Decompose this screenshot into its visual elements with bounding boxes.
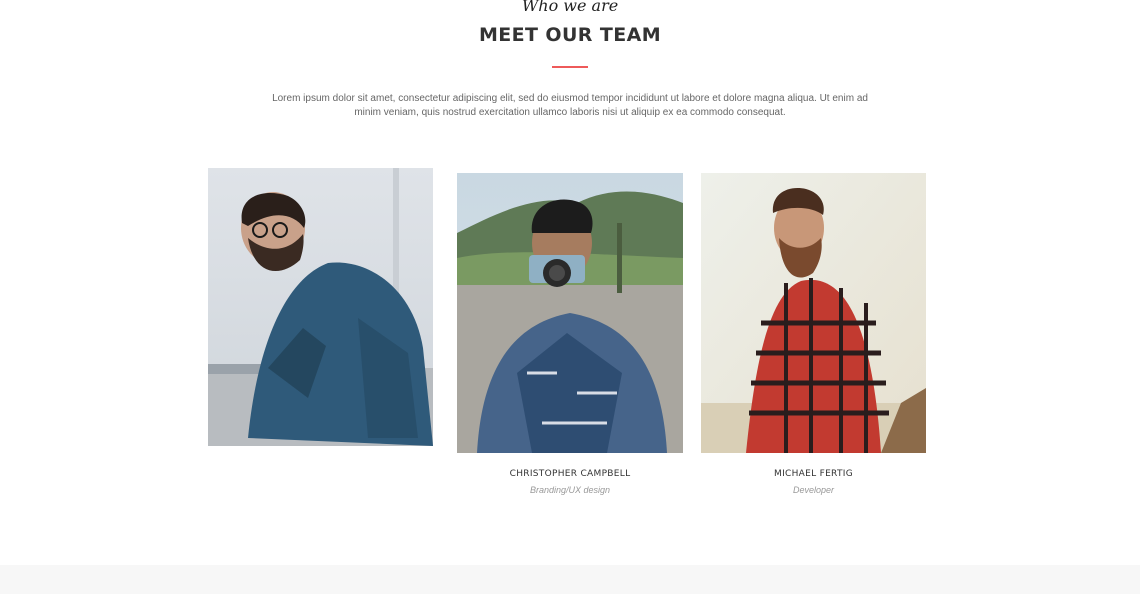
team-member-role-2: Branding/UX design	[529, 485, 611, 495]
man-with-camera-photo	[457, 173, 683, 453]
title-divider	[552, 66, 588, 68]
section-tagline: Who we are	[521, 0, 619, 15]
section-title: MEET OUR TEAM	[478, 24, 662, 46]
team-member-photo-1[interactable]	[208, 168, 433, 446]
bearded-man-photo	[701, 173, 926, 453]
team-member-role-3: Developer	[792, 485, 835, 495]
team-member-photo-3[interactable]	[701, 173, 926, 453]
team-member-name-2: CHRISTOPHER CAMPBELL	[509, 469, 631, 479]
team-member-photo-2[interactable]	[457, 173, 683, 453]
team-member-name-3: MICHAEL FERTIG	[774, 469, 853, 479]
intro-paragraph: Lorem ipsum dolor sit amet, consectetur …	[272, 93, 868, 118]
footer-band	[0, 565, 1140, 594]
man-with-glasses-photo	[208, 168, 433, 446]
